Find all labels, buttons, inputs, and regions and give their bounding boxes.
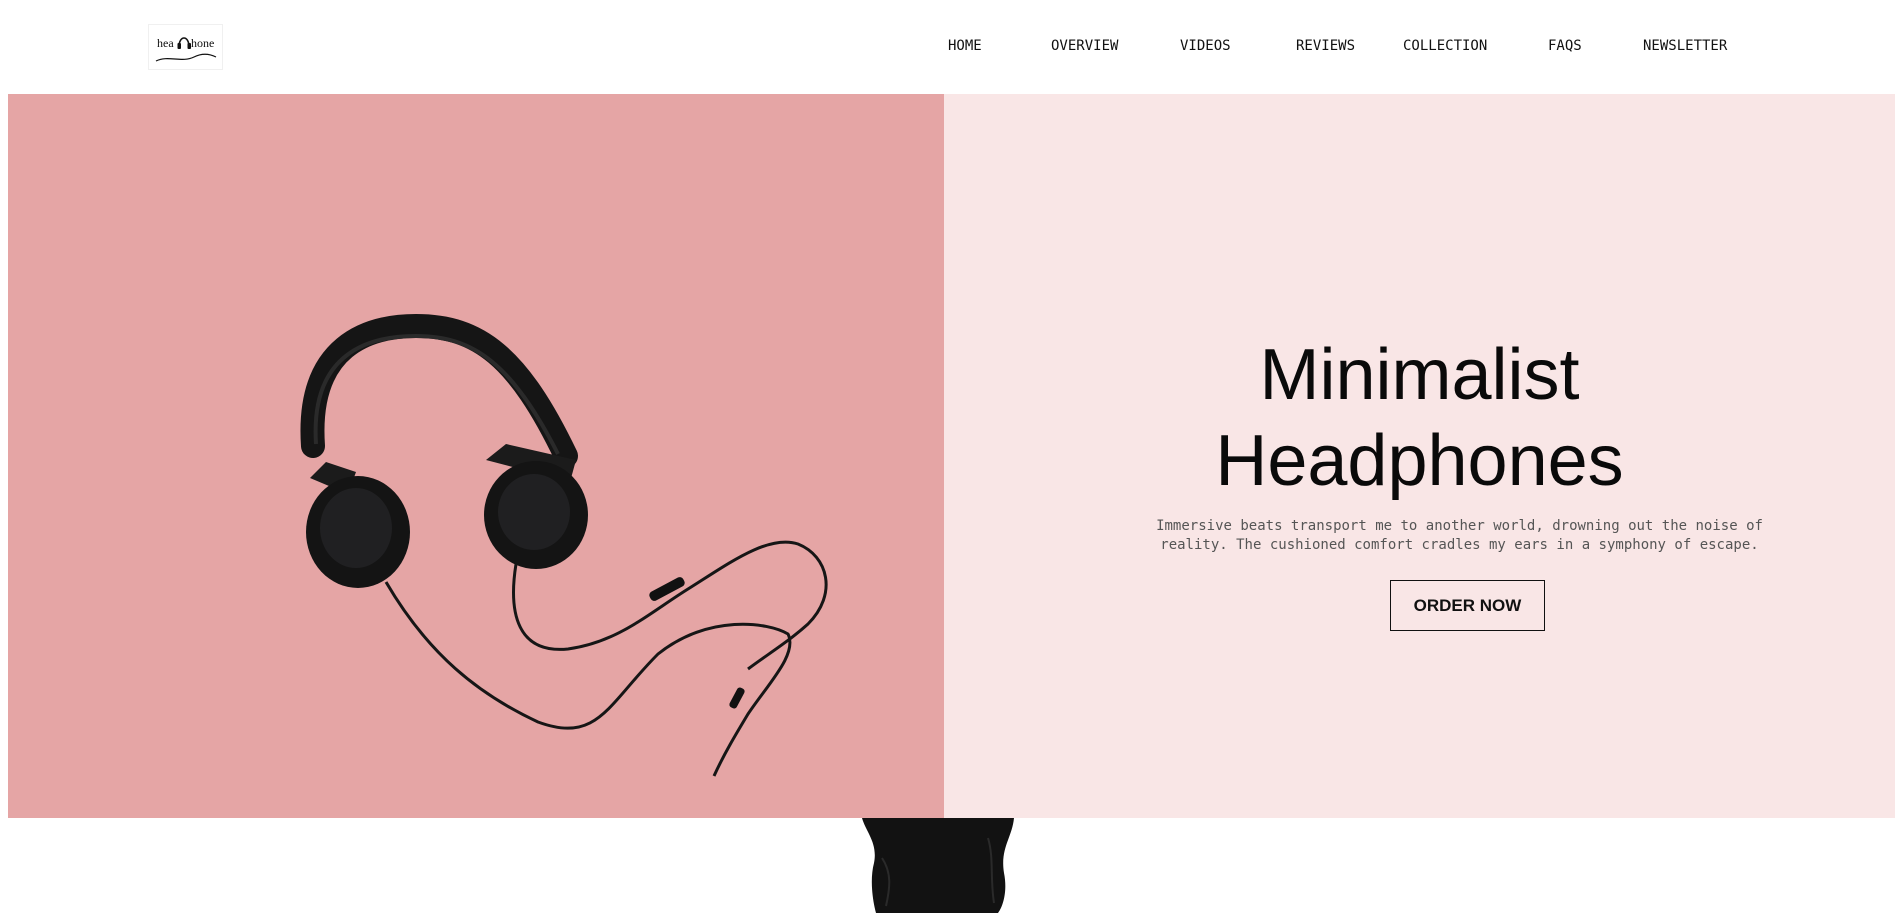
- hero-title-line2: Headphones: [1215, 421, 1624, 501]
- nav-collection-link[interactable]: COLLECTION: [1403, 38, 1487, 54]
- nav-overview-link[interactable]: OVERVIEW: [1051, 38, 1118, 54]
- nav-home-link[interactable]: HOME: [948, 38, 982, 54]
- order-now-button[interactable]: ORDER NOW: [1390, 580, 1545, 631]
- next-section-image-peek: [862, 818, 1014, 913]
- hero-title-line1: Minimalist: [1259, 335, 1580, 415]
- nav-videos-link[interactable]: VIDEOS: [1180, 38, 1231, 54]
- hero-tagline: Immersive beats transport me to another …: [1156, 518, 1763, 553]
- nav-faqs-link[interactable]: FAQS: [1548, 38, 1582, 54]
- nav-newsletter-link[interactable]: NEWSLETTER: [1643, 38, 1727, 54]
- nav-reviews-link[interactable]: REVIEWS: [1296, 38, 1355, 54]
- headphones-product-image: [300, 313, 828, 777]
- hero-title: Minimalist Headphones: [944, 332, 1895, 504]
- hero-content-panel: Minimalist Headphones Immersive beats tr…: [944, 94, 1895, 818]
- hero-image-panel: [8, 94, 944, 818]
- site-header: hea hone HOME OVERVIEW VIDEOS REVIEWS CO…: [0, 0, 1903, 94]
- main-nav: HOME OVERVIEW VIDEOS REVIEWS COLLECTION …: [0, 38, 1903, 60]
